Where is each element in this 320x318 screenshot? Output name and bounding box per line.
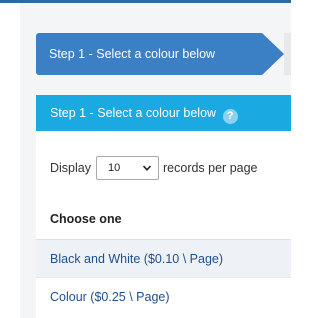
wizard-step-separator bbox=[284, 33, 291, 75]
records-suffix-label: records per page bbox=[163, 161, 258, 175]
records-per-page: Display 10 records per page bbox=[50, 156, 258, 180]
option-colour-link[interactable]: Colour ($0.25 \ Page) bbox=[50, 290, 170, 304]
page: Step 1 - Select a colour below Step 1 - … bbox=[0, 0, 291, 318]
panel-title: Step 1 - Select a colour below bbox=[50, 106, 217, 120]
panel-header: Step 1 - Select a colour below ? bbox=[36, 95, 291, 131]
option-black-and-white-link[interactable]: Black and White ($0.10 \ Page) bbox=[50, 252, 223, 266]
column-header-choose-one: Choose one bbox=[50, 212, 122, 226]
chevron-down-icon bbox=[142, 165, 152, 171]
wizard-step-1[interactable]: Step 1 - Select a colour below bbox=[36, 33, 284, 75]
wizard-step-1-label: Step 1 - Select a colour below bbox=[49, 47, 216, 61]
step-wizard: Step 1 - Select a colour below bbox=[36, 33, 291, 75]
table-row[interactable]: Colour ($0.25 \ Page) bbox=[36, 277, 291, 315]
table-row[interactable]: Black and White ($0.10 \ Page) bbox=[36, 239, 291, 277]
records-per-page-value: 10 bbox=[108, 162, 121, 174]
left-gutter bbox=[0, 3, 20, 318]
records-per-page-select[interactable]: 10 bbox=[96, 156, 159, 180]
selection-panel: Step 1 - Select a colour below ? Display… bbox=[36, 95, 291, 318]
records-prefix-label: Display bbox=[50, 161, 91, 175]
help-icon[interactable]: ? bbox=[222, 109, 238, 124]
